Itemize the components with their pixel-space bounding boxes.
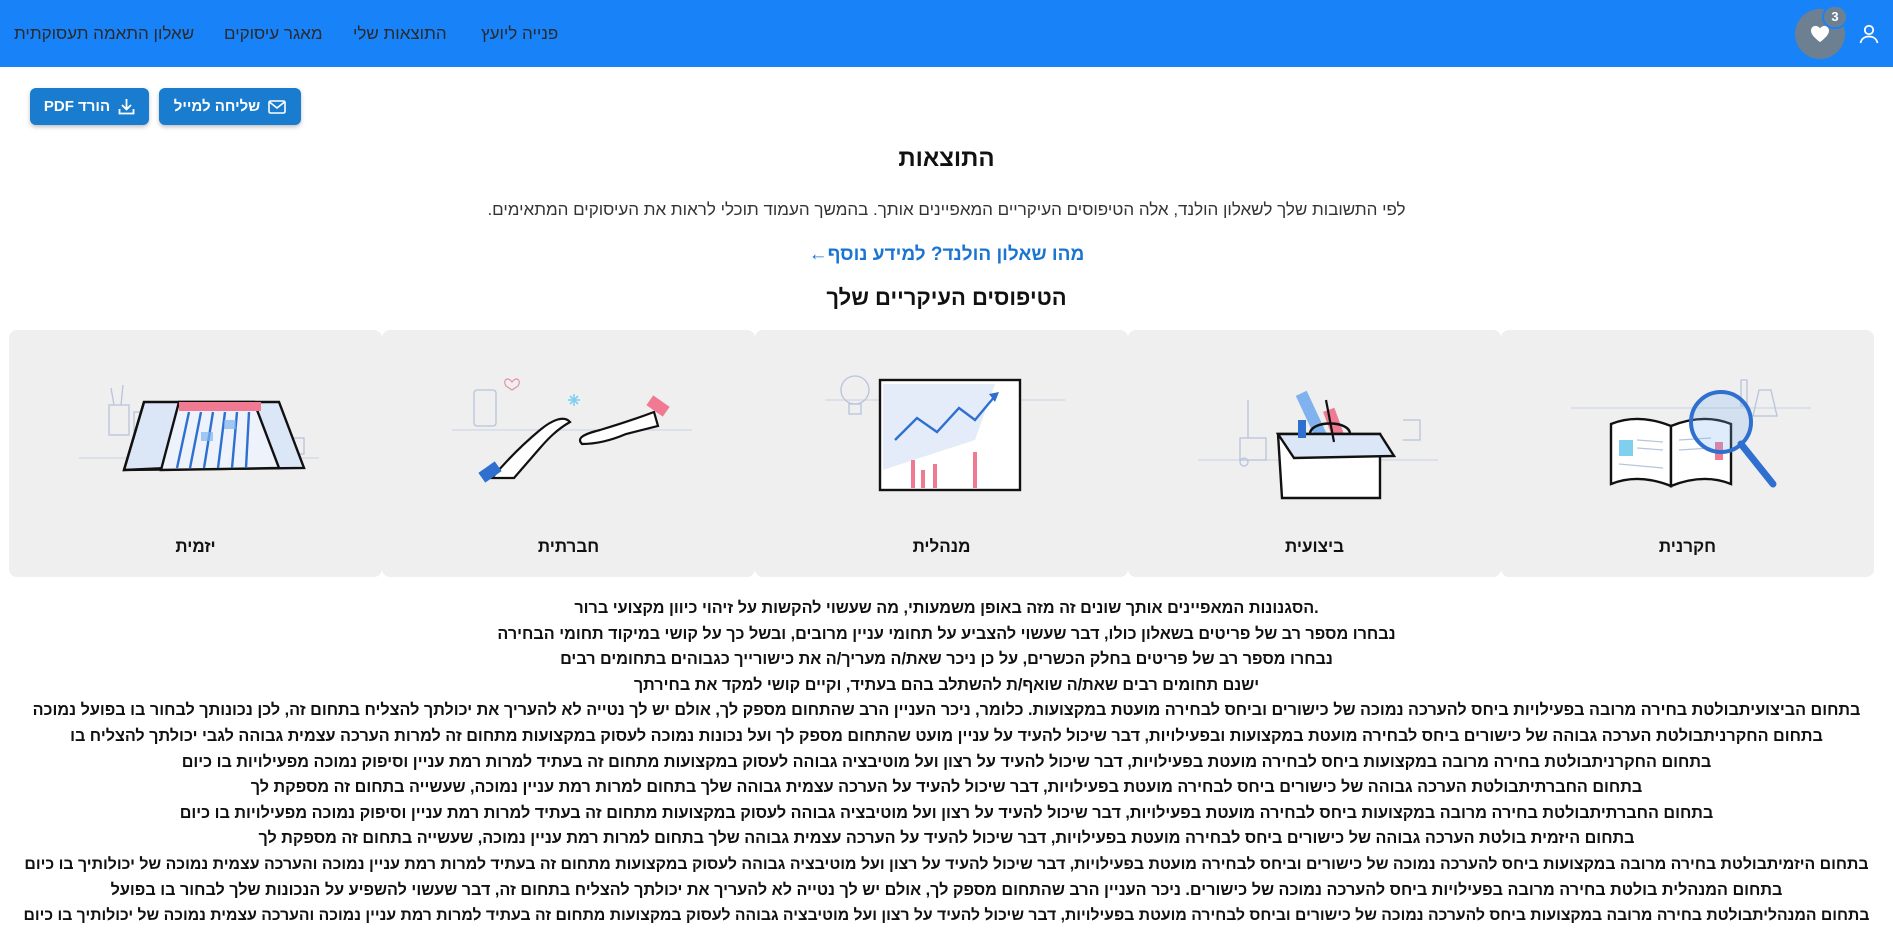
description-line: נבחרו מספר רב של פריטים בחלק הכשרים, על … [560, 650, 1333, 669]
mail-icon [268, 99, 287, 114]
book-magnifier-icon [1571, 379, 1811, 488]
type-card-conventional[interactable]: מנהלית [755, 330, 1128, 577]
heart-icon [1811, 25, 1829, 43]
main-types-heading: הטיפוסים העיקריים שלך [826, 285, 1067, 310]
send-email-button[interactable]: שליחה למייל [159, 88, 301, 125]
nav-item-occupational-questionnaire[interactable]: שאלון התאמה תעסוקתית [14, 24, 194, 44]
description-line: .הסגנונות המאפיינים אותך שונים זה מזה בא… [574, 599, 1319, 617]
description-line: בתחום החברתיתבולטת בחירה מרובה במקצועות … [179, 803, 1714, 822]
description-line: ישנם תחומים רבים שאת/ה שואף/ת להשתלב בהם… [633, 675, 1260, 694]
type-card-investigative[interactable]: חקרנית [1501, 330, 1874, 577]
type-label-investigative: חקרנית [1658, 537, 1717, 556]
type-card-enterprising[interactable]: יזמית [9, 330, 382, 577]
types-cards: יזמית חברתית מנהלית ביצועית חקרנית [9, 330, 1875, 577]
description-line: בתחום המנהליתבולטת בחירה מרובה במקצועות … [23, 907, 1870, 925]
download-icon [118, 99, 135, 115]
nav-item-consultant[interactable]: פנייה ליועץ [481, 24, 558, 44]
description-line: בתחום היזמיתבולטת בחירה מרובה במקצועות ב… [24, 855, 1869, 873]
results-description: .הסגנונות המאפיינים אותך שונים זה מזה בא… [15, 596, 1878, 929]
type-card-realistic[interactable]: ביצועית [1128, 330, 1501, 577]
description-line: נבחרו מספר רב של פריטים בשאלון כולו, דבר… [497, 624, 1396, 643]
type-label-realistic: ביצועית [1285, 537, 1344, 556]
type-label-enterprising: יזמית [175, 537, 216, 556]
download-pdf-label: הורד PDF [43, 98, 111, 115]
type-card-social[interactable]: חברתית [382, 330, 755, 577]
type-label-conventional: מנהלית [912, 537, 971, 556]
page-title: התוצאות [898, 145, 995, 172]
handshake-icon [452, 378, 692, 483]
user-icon[interactable] [1857, 22, 1881, 46]
description-line: בתחום המנהלית בולטת בחירה מרובה בפעילויו… [110, 880, 1783, 899]
download-pdf-button[interactable]: הורד PDF [30, 88, 149, 125]
favorites-count-badge: 3 [1822, 5, 1848, 29]
type-label-social: חברתית [537, 537, 600, 556]
description-line: בתחום הביצועיתבולטת בחירה מרובה בפעילויו… [32, 701, 1861, 720]
description-line: בתחום החקרניתבולטת הערכה גבוהה של כישורי… [70, 726, 1823, 745]
holland-info-link[interactable]: מהו שאלון הולנד? למידע נוסף← [0, 244, 1893, 266]
nav-item-occupations-database[interactable]: מאגר עיסוקים [224, 24, 323, 44]
chart-board-icon [825, 375, 1065, 492]
description-line: בתחום החברתיתבולטת הערכה גבוהה של כישורי… [250, 778, 1643, 797]
toolbox-icon [1198, 390, 1438, 500]
intro-text: לפי התשובות שלך לשאלון הולנד, אלה הטיפוס… [487, 200, 1406, 219]
description-line: בתחום החקרניתבולטת בחירה מרובה במקצועות … [181, 752, 1712, 771]
nav-item-my-results[interactable]: התוצאות שלי [353, 24, 447, 44]
send-email-label: שליחה למייל [173, 98, 261, 115]
calendar-icon [79, 384, 319, 472]
description-line: בתחום היזמית בולטת הערכה גבוהה של כישורי… [258, 829, 1635, 848]
